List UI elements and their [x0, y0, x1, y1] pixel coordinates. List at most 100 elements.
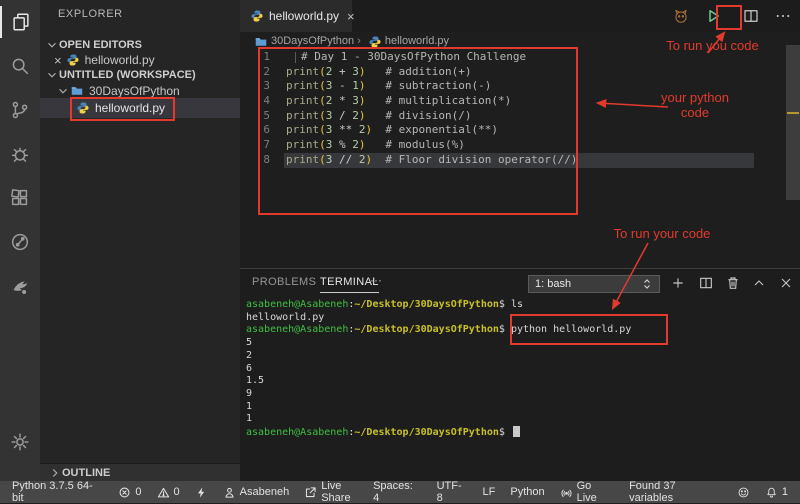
files-icon[interactable]: [0, 6, 40, 38]
folder-icon: [70, 84, 84, 98]
status-account[interactable]: Asabeneh: [223, 486, 290, 499]
status-lightning[interactable]: [195, 486, 208, 499]
code-line-6[interactable]: 6print(3 ** 2) # exponential(**): [240, 123, 800, 138]
status-language-mode[interactable]: Python: [510, 486, 544, 498]
status-warnings[interactable]: 0: [157, 486, 180, 499]
code-text: print(3 / 2) # division(/): [284, 109, 471, 124]
code-line-7[interactable]: 7print(3 % 2) # modulus(%): [240, 138, 800, 153]
pen-icon[interactable]: [0, 270, 40, 302]
status-indentation[interactable]: Spaces: 4: [373, 480, 422, 504]
code-line-2[interactable]: 2print(2 + 3) # addition(+): [240, 65, 800, 80]
cat-icon[interactable]: [672, 7, 690, 25]
folder-name: 30DaysOfPython: [89, 84, 180, 98]
code-line-4[interactable]: 4print(2 * 3) # multiplication(*): [240, 94, 800, 109]
status-eol[interactable]: LF: [483, 486, 496, 498]
python-file-icon: [76, 101, 90, 115]
bottom-panel: PROBLEMS TERMINAL ··· 1: bash asabeneh@A…: [240, 268, 800, 481]
code-line-1[interactable]: 1# Day 1 - 30DaysOfPython Challenge: [240, 50, 800, 65]
run-code-button[interactable]: [704, 7, 722, 25]
source-control-icon[interactable]: [0, 94, 40, 126]
breadcrumb-file[interactable]: helloworld.py: [385, 35, 449, 47]
status-python-interpreter[interactable]: Python 3.7.5 64-bit: [12, 480, 103, 504]
search-icon[interactable]: [0, 50, 40, 82]
new-terminal-icon[interactable]: [670, 275, 686, 291]
extensions-icon[interactable]: [0, 182, 40, 214]
python-file-icon: [66, 53, 80, 67]
python-file-icon: [250, 9, 264, 23]
stepper-icon: [641, 277, 653, 291]
line-number: 4: [240, 94, 284, 109]
status-notifications[interactable]: 1: [765, 486, 788, 499]
status-feedback[interactable]: [737, 486, 750, 499]
panel-more-icon[interactable]: ···: [370, 273, 382, 287]
breadcrumb[interactable]: 30DaysOfPython › helloworld.py: [240, 32, 800, 50]
error-icon: [118, 486, 131, 499]
code-text: print(3 ** 2) # exponential(**): [284, 123, 498, 138]
terminal-prompt-line: asabeneh@Asabeneh:~/Desktop/30DaysOfPyth…: [246, 426, 631, 440]
tab-problems[interactable]: PROBLEMS: [252, 276, 316, 292]
kill-terminal-icon[interactable]: [725, 275, 741, 291]
status-live-share[interactable]: Live Share: [304, 480, 373, 504]
terminal-output-line: 1.5: [246, 375, 631, 388]
close-icon[interactable]: ×: [54, 53, 62, 68]
folder-icon: [254, 35, 267, 48]
debug-icon[interactable]: [0, 138, 40, 170]
file-item-helloworld[interactable]: helloworld.py: [40, 98, 240, 118]
tab-title: helloworld.py: [269, 9, 339, 23]
more-actions-icon[interactable]: [774, 7, 792, 25]
terminal-output-line: 6: [246, 363, 631, 376]
workspace-header[interactable]: UNTITLED (WORKSPACE): [40, 67, 240, 83]
outline-section-header[interactable]: OUTLINE: [40, 463, 240, 481]
close-panel-icon[interactable]: [778, 275, 794, 291]
chevron-down-icon: [56, 84, 70, 98]
tab-close-icon[interactable]: ×: [347, 9, 355, 24]
lightning-icon: [195, 486, 208, 499]
line-number: 2: [240, 65, 284, 80]
code-text: # Day 1 - 30DaysOfPython Challenge: [284, 50, 526, 65]
status-label: Found 37 variables: [629, 480, 722, 504]
status-bar: Python 3.7.5 64-bit00AsabenehLive Share …: [0, 481, 800, 503]
person-icon: [223, 486, 236, 499]
terminal-output-line: 1: [246, 413, 631, 426]
outline-label: OUTLINE: [62, 467, 110, 479]
split-editor-icon[interactable]: [742, 7, 760, 25]
status-label: LF: [483, 486, 496, 498]
status-label: UTF-8: [437, 480, 468, 504]
terminal-prompt-line: asabeneh@Asabeneh:~/Desktop/30DaysOfPyth…: [246, 299, 631, 312]
broadcast-icon: [560, 486, 573, 499]
status-go-live[interactable]: Go Live: [560, 480, 614, 504]
status-label: Live Share: [321, 480, 373, 504]
line-number: 1: [240, 50, 284, 65]
tab-helloworld[interactable]: helloworld.py ×: [240, 0, 352, 32]
terminal-cursor: [513, 426, 520, 437]
status-encoding[interactable]: UTF-8: [437, 480, 468, 504]
editor-scrollbar[interactable]: [786, 45, 800, 200]
bell-icon: [765, 486, 778, 499]
terminal-output-line: 5: [246, 337, 631, 350]
status-errors[interactable]: 0: [118, 486, 141, 499]
code-text: print(3 // 2) # Floor division operator(…: [284, 153, 577, 168]
gear-icon[interactable]: [0, 426, 40, 458]
explorer-sidebar: EXPLORER OPEN EDITORS × helloworld.py UN…: [40, 0, 240, 481]
maximize-panel-icon[interactable]: [751, 275, 767, 291]
dial-icon[interactable]: [0, 226, 40, 258]
tab-bar: helloworld.py ×: [240, 0, 800, 32]
status-label: Asabeneh: [240, 486, 290, 498]
line-number: 3: [240, 79, 284, 94]
code-line-8[interactable]: 8print(3 // 2) # Floor division operator…: [240, 153, 800, 168]
code-line-5[interactable]: 5print(3 / 2) # division(/): [240, 109, 800, 124]
warning-icon: [157, 486, 170, 499]
status-variables-count[interactable]: Found 37 variables: [629, 480, 722, 504]
split-terminal-icon[interactable]: [698, 275, 714, 291]
shell-select[interactable]: 1: bash: [528, 275, 660, 293]
breadcrumb-folder[interactable]: 30DaysOfPython: [271, 35, 354, 47]
shell-select-value: 1: bash: [535, 278, 571, 290]
code-editor[interactable]: 1# Day 1 - 30DaysOfPython Challenge2prin…: [240, 50, 800, 268]
terminal-prompt-line: asabeneh@Asabeneh:~/Desktop/30DaysOfPyth…: [246, 324, 631, 337]
terminal-output-line: 9: [246, 388, 631, 401]
status-label: Python 3.7.5 64-bit: [12, 480, 103, 504]
code-line-3[interactable]: 3print(3 - 1) # subtraction(-): [240, 79, 800, 94]
terminal-output[interactable]: asabeneh@Asabeneh:~/Desktop/30DaysOfPyth…: [246, 299, 631, 440]
activity-bar: [0, 0, 40, 481]
status-label: 0: [135, 486, 141, 498]
